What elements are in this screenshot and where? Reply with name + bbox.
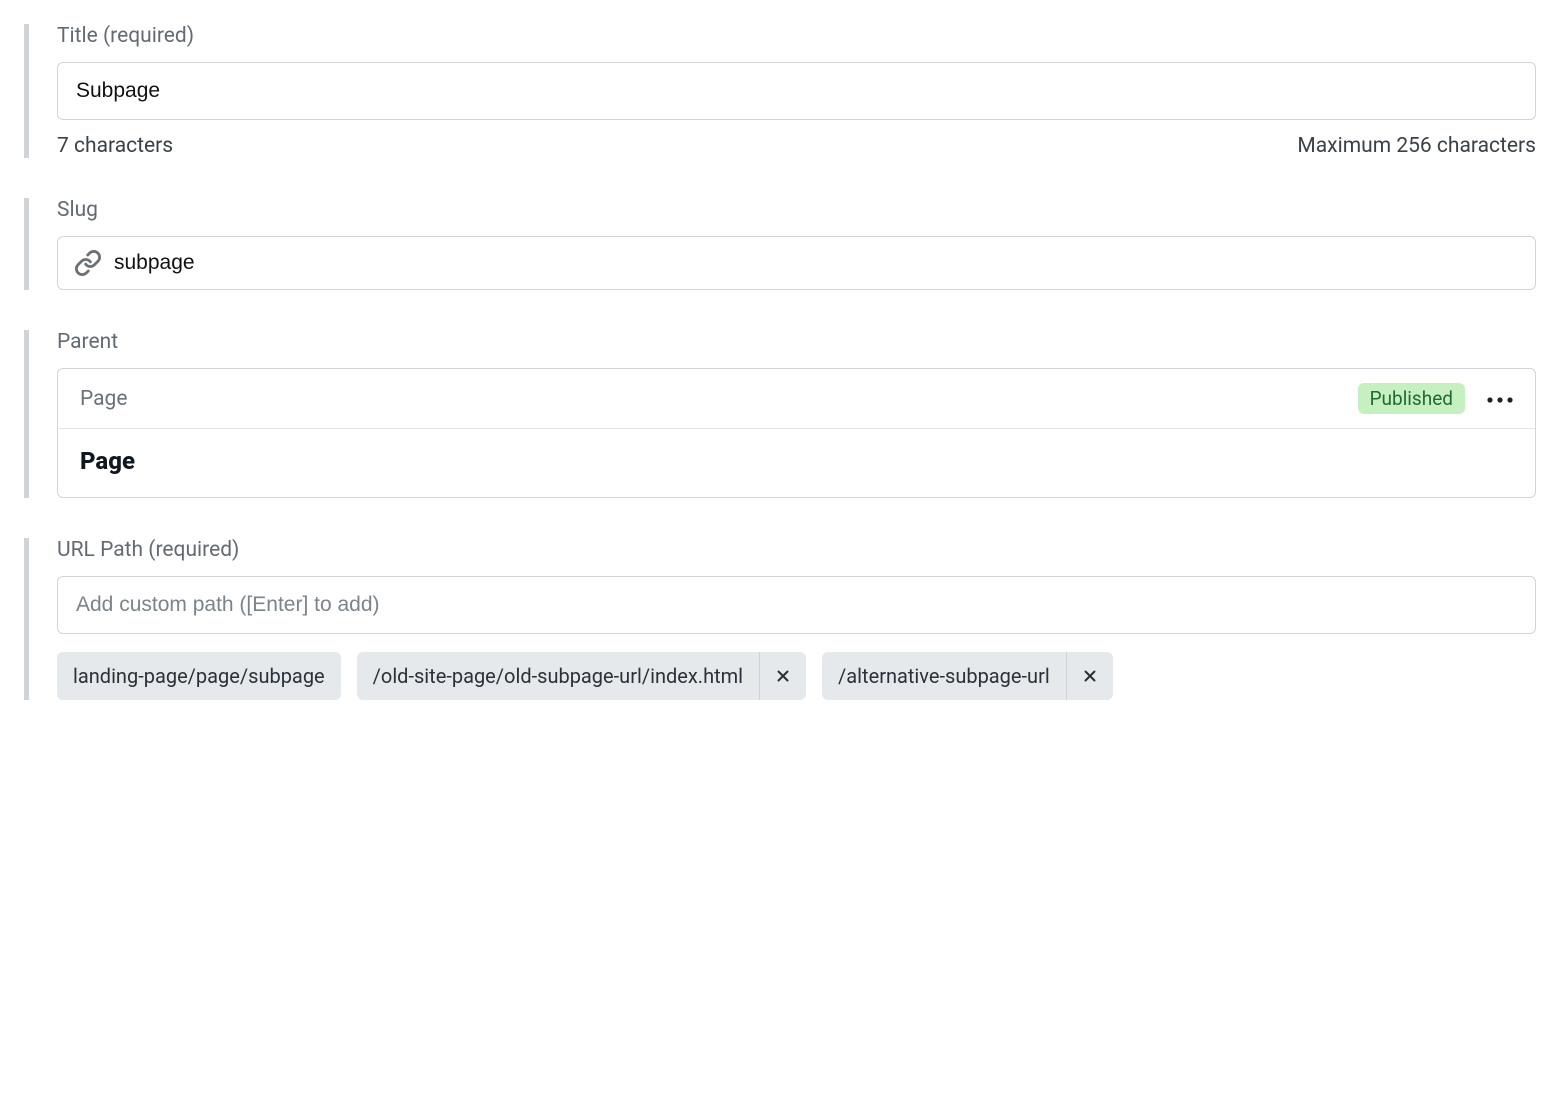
slug-field: Slug — [24, 198, 1536, 290]
url-path-tag-label: /alternative-subpage-url — [822, 652, 1066, 700]
parent-name: Page — [80, 447, 1513, 475]
title-hints: 7 characters Maximum 256 characters — [57, 134, 1536, 158]
url-path-tag-label: landing-page/page/subpage — [57, 652, 341, 700]
url-path-tag-list: landing-page/page/subpage/old-site-page/… — [57, 652, 1536, 700]
parent-reference-card: Page Published Page — [57, 368, 1536, 498]
title-label: Title (required) — [57, 24, 1536, 48]
url-path-field: URL Path (required) landing-page/page/su… — [24, 538, 1536, 700]
url-path-tag: /old-site-page/old-subpage-url/index.htm… — [357, 652, 806, 700]
parent-type: Page — [80, 387, 128, 411]
title-char-count: 7 characters — [57, 134, 173, 158]
remove-path-button[interactable] — [759, 652, 806, 700]
title-char-max: Maximum 256 characters — [1297, 134, 1536, 158]
url-path-tag-label: /old-site-page/old-subpage-url/index.htm… — [357, 652, 759, 700]
parent-body-row: Page — [58, 429, 1535, 497]
url-path-tag: landing-page/page/subpage — [57, 652, 341, 700]
slug-input-wrapper[interactable] — [57, 236, 1536, 290]
slug-label: Slug — [57, 198, 1536, 222]
link-icon — [74, 249, 102, 277]
parent-field: Parent Page Published Page — [24, 330, 1536, 498]
title-input[interactable] — [57, 62, 1536, 120]
status-badge: Published — [1358, 383, 1465, 414]
slug-input[interactable] — [114, 251, 1519, 275]
remove-path-button[interactable] — [1066, 652, 1113, 700]
url-path-tag: /alternative-subpage-url — [822, 652, 1113, 700]
parent-header-row: Page Published — [58, 369, 1535, 429]
url-path-input[interactable] — [57, 576, 1536, 634]
title-field: Title (required) 7 characters Maximum 25… — [24, 24, 1536, 158]
more-actions-button[interactable] — [1487, 394, 1513, 403]
parent-label: Parent — [57, 330, 1536, 354]
url-path-label: URL Path (required) — [57, 538, 1536, 562]
